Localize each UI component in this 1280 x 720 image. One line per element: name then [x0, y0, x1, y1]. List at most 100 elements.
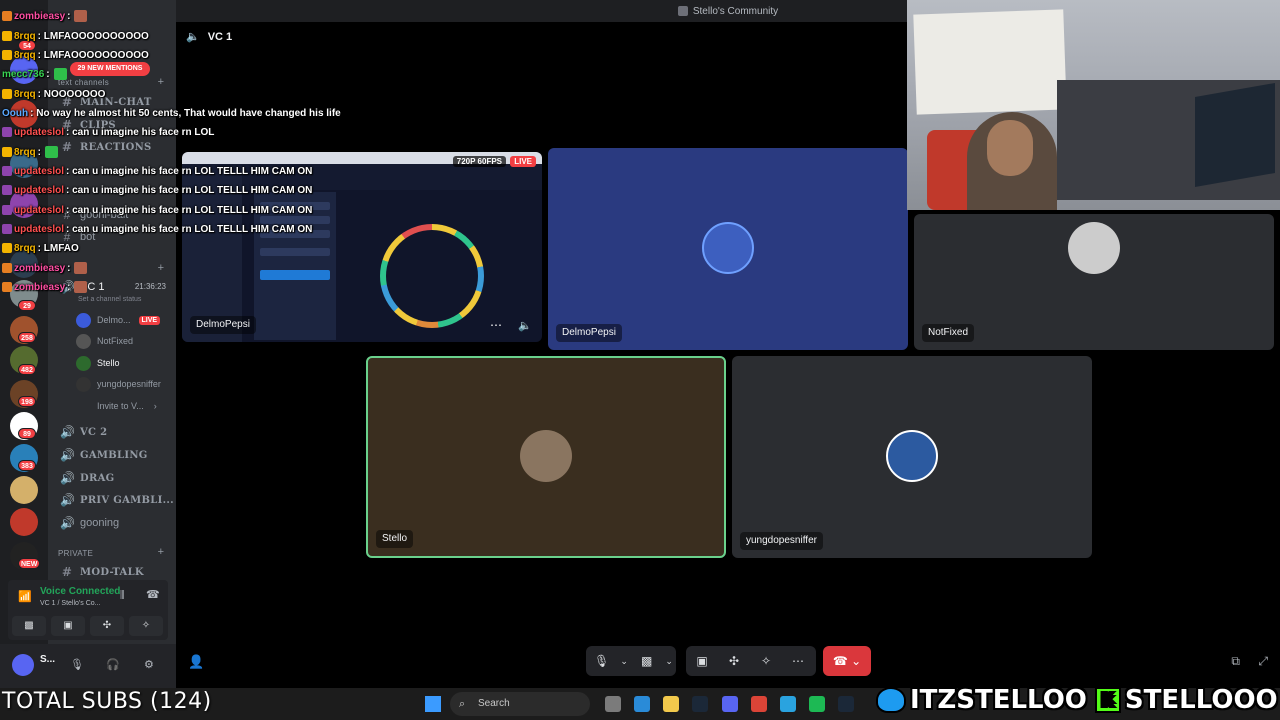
chat-user: Oouh — [2, 107, 29, 119]
tile-name: Stello — [376, 530, 414, 548]
screen-share-button[interactable]: ▣ — [51, 616, 85, 636]
badge-icon — [2, 11, 12, 21]
voice-connected-panel: 📶 Voice Connected VC 1 / Stello's Co... … — [8, 580, 168, 640]
voice-channel-priv-gambling[interactable]: 🔊 PRIV GAMBLI... — [60, 491, 174, 509]
screen-share-icon[interactable]: ▣ — [686, 654, 718, 668]
wheel-center — [386, 230, 478, 322]
chrome-icon[interactable] — [751, 696, 767, 712]
soundboard-button[interactable]: ✧ — [129, 616, 163, 636]
server-badge: 482 — [18, 364, 36, 375]
avatar — [76, 376, 91, 392]
server-icon-12[interactable] — [10, 508, 38, 536]
private-category[interactable]: PRIVATE — [58, 549, 93, 558]
chat-user: zombieasy — [14, 262, 66, 274]
signal-icon: 📶 — [18, 591, 32, 603]
participant-tile[interactable]: DelmoPepsi — [548, 148, 908, 350]
activities-icon[interactable]: ✣ — [718, 654, 750, 668]
emote — [53, 68, 67, 80]
speaker-icon: 🔊 — [60, 425, 76, 439]
soundboard-icon[interactable]: ✧ — [750, 654, 782, 668]
voice-user[interactable]: Stello — [76, 354, 120, 372]
popout-icon[interactable]: ⧉ — [1231, 654, 1240, 669]
voice-user-name: yungdopesniffer — [97, 379, 161, 389]
participant-tile[interactable]: NotFixed — [914, 214, 1274, 350]
chevron-down-icon[interactable]: ⌄ — [617, 656, 631, 667]
spotify-icon[interactable] — [809, 696, 825, 712]
headphones-icon[interactable]: 🎧 — [106, 658, 120, 671]
chat-user: 8rqq — [14, 30, 36, 42]
voice-user[interactable]: NotFixed — [76, 332, 133, 350]
app-icon[interactable] — [605, 696, 621, 712]
emote — [74, 281, 88, 293]
chat-user: updateslol — [14, 204, 65, 216]
server-badge: 383 — [18, 460, 36, 471]
more-options-icon[interactable]: ⋯ — [490, 318, 502, 332]
participant-tile-speaking[interactable]: Stello — [366, 356, 726, 558]
voice-channel-drag[interactable]: 🔊 DRAG — [60, 469, 114, 487]
kick-icon: K — [1094, 687, 1121, 713]
channel-mod-talk[interactable]: # MOD-TALK — [60, 563, 144, 581]
channel-label: PRIV GAMBLI... — [80, 494, 174, 506]
badge-icon — [2, 282, 12, 292]
edge-icon[interactable] — [634, 696, 650, 712]
voice-user[interactable]: Delmo... LIVE — [76, 311, 161, 329]
user-panel: S... 🎙 🎧 ⚙ — [0, 644, 176, 688]
stream-chat-overlay: zombieasy: 8rqq: LMFAOOOOOOOOOO 8rqq: LM… — [0, 0, 380, 300]
voice-channel-gambling[interactable]: 🔊 GAMBLING — [60, 446, 148, 464]
activities-button[interactable]: ✣ — [90, 616, 124, 636]
camera-off-icon[interactable]: ▩ — [631, 654, 662, 668]
gear-icon[interactable]: ⚙ — [144, 658, 154, 671]
file-explorer-icon[interactable] — [663, 696, 679, 712]
avatar — [520, 430, 572, 482]
microphone-icon[interactable]: 🎙 — [70, 658, 84, 671]
kick-handle: STELLOOO — [1124, 685, 1278, 715]
webcam-overlay — [907, 0, 1280, 210]
voice-location[interactable]: VC 1 / Stello's Co... — [40, 600, 100, 607]
disconnect-icon[interactable]: ☎ — [146, 588, 160, 601]
fullscreen-icon[interactable]: ⤢ — [1258, 654, 1268, 669]
badge-icon — [2, 147, 12, 157]
emote — [74, 262, 88, 274]
mic-control: 🎙 ⌄ ▩ ⌄ — [586, 646, 676, 676]
server-badge: 29 — [18, 300, 36, 311]
steam-icon[interactable] — [692, 696, 708, 712]
invite-people-icon[interactable]: 👤 — [188, 654, 204, 670]
steam-icon[interactable] — [838, 696, 854, 712]
social-handles: ITZSTELLOO K STELLOOO — [876, 682, 1278, 718]
chat-message: updateslol: can u imagine his face rn LO… — [2, 182, 312, 198]
badge-icon — [2, 205, 12, 215]
more-icon[interactable]: ⋯ — [782, 654, 814, 668]
avatar — [886, 430, 938, 482]
chat-user: updateslol — [14, 165, 65, 177]
live-badge: LIVE — [138, 315, 161, 325]
speaker-icon: 🔊 — [60, 516, 75, 530]
telegram-icon[interactable] — [780, 696, 796, 712]
server-icon-11[interactable] — [10, 476, 38, 504]
server-icon — [677, 6, 688, 16]
volume-icon[interactable]: 🔈 — [518, 319, 532, 332]
wall-sign — [913, 9, 1067, 115]
microphone-icon[interactable]: 🎙 — [586, 654, 617, 668]
chat-user: mecc736 — [2, 68, 45, 80]
voice-channel-vc2[interactable]: 🔊 VC 2 — [60, 423, 107, 441]
server-badge: 198 — [18, 396, 36, 407]
chevron-down-icon[interactable]: ⌄ — [662, 656, 676, 667]
user-name[interactable]: S... — [40, 654, 55, 665]
voice-channel-gooning[interactable]: 🔊 gooning — [60, 514, 119, 532]
chat-message: 8rqq: NOOOOOOO — [2, 86, 105, 102]
voice-user-name: Stello — [97, 358, 120, 368]
total-subs-counter: TOTAL SUBS (124) — [2, 689, 212, 714]
invite-to-voice[interactable]: Invite to V... › — [76, 397, 157, 415]
participant-tile[interactable]: yungdopesniffer — [732, 356, 1092, 558]
add-channel-icon[interactable]: + — [158, 546, 164, 558]
voice-user[interactable]: yungdopesniffer — [76, 375, 161, 393]
taskbar-search[interactable]: ⌕ Search — [450, 692, 590, 716]
chat-text: can u imagine his face rn LOL TELLL HIM … — [72, 223, 313, 235]
avatar[interactable] — [12, 654, 34, 676]
noise-suppression-icon[interactable]: ⫼ — [120, 590, 125, 601]
camera-toggle-button[interactable]: ▩ — [12, 616, 46, 636]
disconnect-button[interactable]: ☎ ⌄ — [823, 646, 871, 676]
start-icon[interactable] — [425, 696, 441, 712]
voice-status: Voice Connected — [40, 586, 121, 597]
discord-icon[interactable] — [722, 696, 738, 712]
